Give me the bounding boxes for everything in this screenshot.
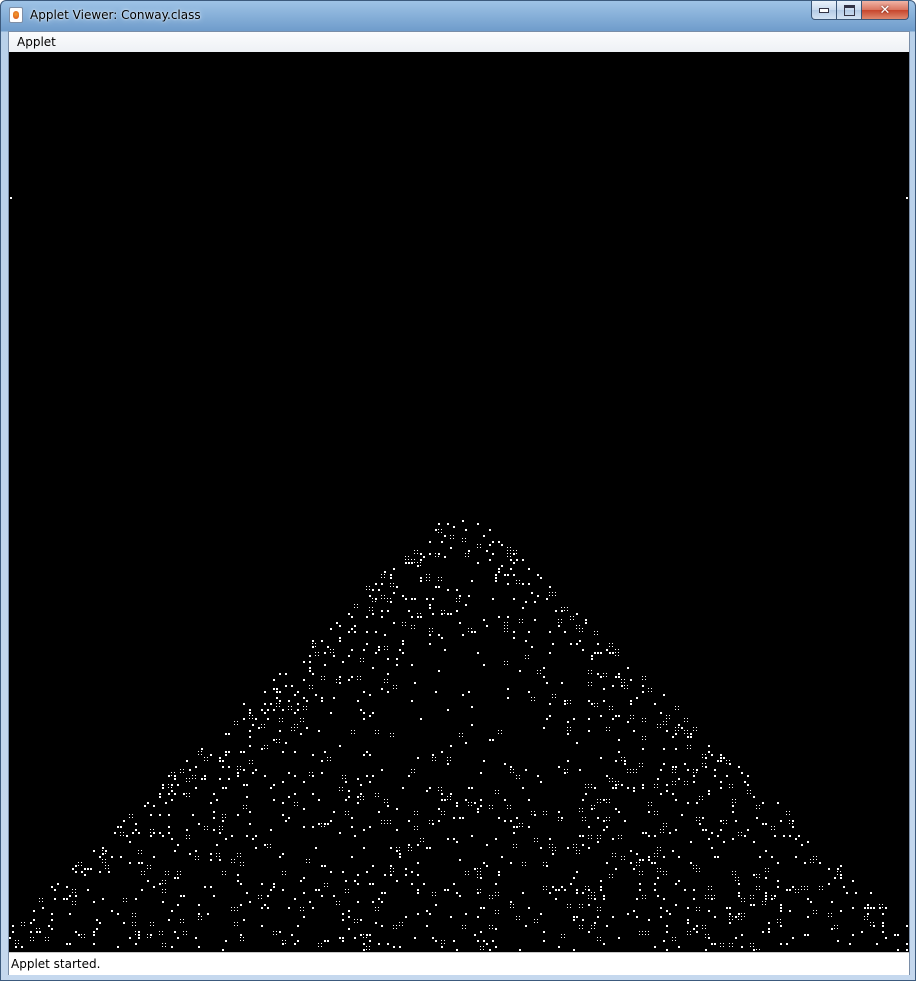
close-button[interactable]: ✕ xyxy=(862,1,909,20)
minimize-icon xyxy=(819,7,829,13)
window-controls: ✕ xyxy=(811,1,909,21)
java-app-icon[interactable] xyxy=(9,7,23,23)
applet-canvas[interactable] xyxy=(9,52,909,952)
client-area: Applet Applet started. xyxy=(8,31,910,975)
title-bar[interactable]: Applet Viewer: Conway.class ✕ xyxy=(1,1,915,30)
close-icon: ✕ xyxy=(879,2,891,18)
maximize-icon xyxy=(843,4,855,16)
minimize-button[interactable] xyxy=(811,1,837,20)
maximize-button[interactable] xyxy=(837,1,862,20)
status-text: Applet started. xyxy=(11,957,101,971)
applet-viewer-window: Applet Viewer: Conway.class ✕ Applet App… xyxy=(0,0,916,981)
life-grid xyxy=(9,197,908,952)
menu-applet[interactable]: Applet xyxy=(17,35,56,49)
window-title: Applet Viewer: Conway.class xyxy=(30,8,201,22)
live-cells xyxy=(9,197,908,952)
status-bar: Applet started. xyxy=(9,952,909,975)
menu-bar: Applet xyxy=(9,32,909,53)
